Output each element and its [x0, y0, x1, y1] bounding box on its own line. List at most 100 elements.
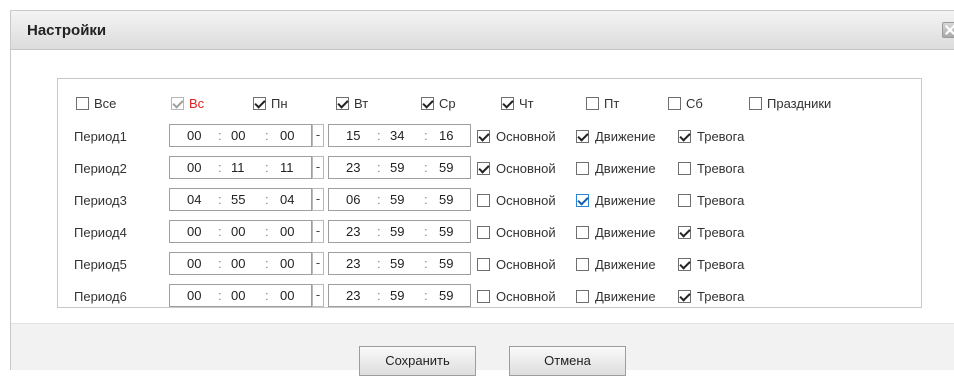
seconds-field[interactable]: 59 — [439, 257, 453, 271]
alarm-record-checkbox[interactable] — [678, 130, 691, 143]
alarm-record-checkbox[interactable] — [678, 162, 691, 175]
seconds-field[interactable]: 59 — [439, 225, 453, 239]
motion-record-checkbox[interactable] — [576, 194, 589, 207]
seconds-field[interactable]: 00 — [280, 257, 294, 271]
hours-field[interactable]: 23 — [346, 289, 360, 303]
period-label: Период5 — [74, 257, 127, 272]
motion-record-checkbox[interactable] — [576, 130, 589, 143]
hours-field[interactable]: 15 — [346, 129, 360, 143]
end-time-input[interactable]: 23 59 59:: — [328, 220, 471, 243]
hours-field[interactable]: 00 — [187, 161, 201, 175]
seconds-field[interactable]: 00 — [280, 129, 294, 143]
day-label: Пн — [271, 96, 288, 111]
time-separator: : — [265, 192, 269, 207]
start-time-input[interactable]: 00 00 00:: — [169, 284, 312, 307]
day-label: Все — [94, 96, 117, 111]
motion-label: Движение — [595, 257, 656, 272]
day-label: Сб — [686, 96, 703, 111]
main-label: Основной — [496, 257, 556, 272]
motion-record-checkbox[interactable] — [576, 162, 589, 175]
time-separator: : — [218, 160, 222, 175]
start-time-input[interactable]: 00 00 00:: — [169, 124, 312, 147]
start-time-input[interactable]: 00 00 00:: — [169, 220, 312, 243]
motion-label: Движение — [595, 129, 656, 144]
end-time-input[interactable]: 06 59 59:: — [328, 188, 471, 211]
end-time-input[interactable]: 15 34 16:: — [328, 124, 471, 147]
end-time-input[interactable]: 23 59 59:: — [328, 284, 471, 307]
day-label: Праздники — [767, 96, 832, 111]
start-time-input[interactable]: 00 00 00:: — [169, 252, 312, 275]
hours-field[interactable]: 00 — [187, 257, 201, 271]
day-checkbox[interactable] — [586, 97, 599, 110]
time-separator: : — [377, 192, 381, 207]
minutes-field[interactable]: 34 — [390, 129, 404, 143]
seconds-field[interactable]: 59 — [439, 161, 453, 175]
minutes-field[interactable]: 59 — [390, 225, 404, 239]
hours-field[interactable]: 00 — [187, 225, 201, 239]
day-checkbox[interactable] — [749, 97, 762, 110]
hours-field[interactable]: 06 — [346, 193, 360, 207]
hours-field[interactable]: 04 — [187, 193, 201, 207]
main-record-checkbox[interactable] — [477, 194, 490, 207]
motion-label: Движение — [595, 161, 656, 176]
hours-field[interactable]: 00 — [187, 129, 201, 143]
period-label: Период4 — [74, 225, 127, 240]
main-record-checkbox[interactable] — [477, 226, 490, 239]
time-separator: : — [424, 128, 428, 143]
hours-field[interactable]: 23 — [346, 257, 360, 271]
main-record-checkbox[interactable] — [477, 258, 490, 271]
time-separator: : — [265, 288, 269, 303]
minutes-field[interactable]: 55 — [231, 193, 245, 207]
main-record-checkbox[interactable] — [477, 162, 490, 175]
time-separator: : — [265, 224, 269, 239]
minutes-field[interactable]: 00 — [231, 257, 245, 271]
settings-dialog: Настройки Все Вс Пн Вт Ср Чт Пт Сб Праздники Пери… — [10, 10, 954, 376]
dialog-footer: Сохранить Отмена — [11, 323, 954, 376]
seconds-field[interactable]: 59 — [439, 289, 453, 303]
main-record-checkbox[interactable] — [477, 290, 490, 303]
minutes-field[interactable]: 59 — [390, 161, 404, 175]
seconds-field[interactable]: 00 — [280, 289, 294, 303]
range-separator: - — [312, 124, 324, 147]
start-time-input[interactable]: 00 11 11:: — [169, 156, 312, 179]
hours-field[interactable]: 23 — [346, 161, 360, 175]
start-time-input[interactable]: 04 55 04:: — [169, 188, 312, 211]
minutes-field[interactable]: 59 — [390, 193, 404, 207]
minutes-field[interactable]: 00 — [231, 289, 245, 303]
day-checkbox[interactable] — [668, 97, 681, 110]
minutes-field[interactable]: 11 — [231, 161, 245, 175]
motion-record-checkbox[interactable] — [576, 258, 589, 271]
alarm-label: Тревога — [697, 129, 745, 144]
time-separator: : — [424, 288, 428, 303]
seconds-field[interactable]: 16 — [439, 129, 453, 143]
seconds-field[interactable]: 04 — [280, 193, 294, 207]
day-checkbox[interactable] — [76, 97, 89, 110]
end-time-input[interactable]: 23 59 59:: — [328, 156, 471, 179]
cancel-button[interactable]: Отмена — [509, 346, 626, 376]
close-icon[interactable] — [942, 22, 954, 38]
seconds-field[interactable]: 11 — [280, 161, 294, 175]
alarm-record-checkbox[interactable] — [678, 194, 691, 207]
alarm-record-checkbox[interactable] — [678, 258, 691, 271]
minutes-field[interactable]: 00 — [231, 129, 245, 143]
alarm-record-checkbox[interactable] — [678, 226, 691, 239]
day-checkbox[interactable] — [421, 97, 434, 110]
save-button[interactable]: Сохранить — [359, 346, 476, 376]
hours-field[interactable]: 00 — [187, 289, 201, 303]
minutes-field[interactable]: 00 — [231, 225, 245, 239]
motion-record-checkbox[interactable] — [576, 226, 589, 239]
seconds-field[interactable]: 00 — [280, 225, 294, 239]
seconds-field[interactable]: 59 — [439, 193, 453, 207]
alarm-record-checkbox[interactable] — [678, 290, 691, 303]
hours-field[interactable]: 23 — [346, 225, 360, 239]
day-checkbox[interactable] — [253, 97, 266, 110]
motion-record-checkbox[interactable] — [576, 290, 589, 303]
end-time-input[interactable]: 23 59 59:: — [328, 252, 471, 275]
day-checkbox[interactable] — [501, 97, 514, 110]
minutes-field[interactable]: 59 — [390, 257, 404, 271]
time-separator: : — [377, 224, 381, 239]
dialog-titlebar: Настройки — [11, 11, 954, 50]
day-checkbox[interactable] — [336, 97, 349, 110]
main-record-checkbox[interactable] — [477, 130, 490, 143]
minutes-field[interactable]: 59 — [390, 289, 404, 303]
